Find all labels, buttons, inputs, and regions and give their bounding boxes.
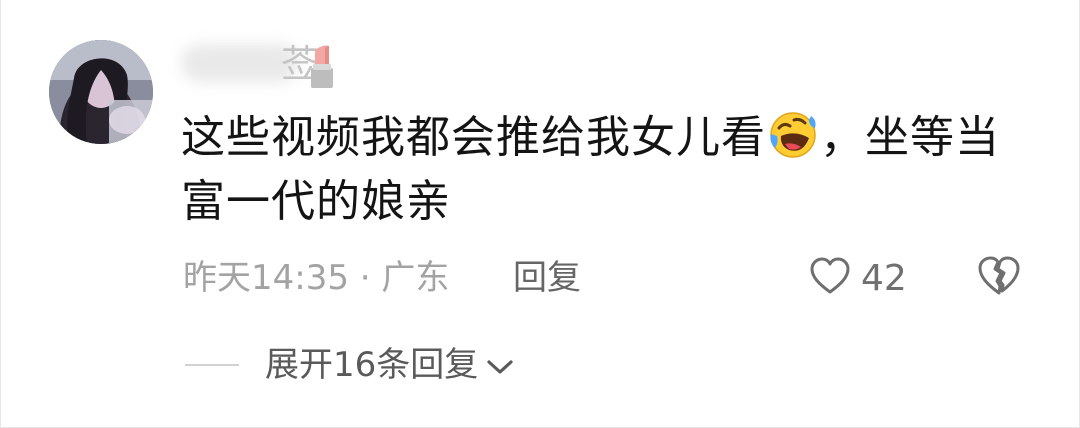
comment-location: 广东 — [381, 258, 450, 298]
dislike-button[interactable] — [977, 256, 1021, 300]
comment-text-part1: 这些视频我都会推给我女儿看 — [181, 112, 766, 163]
avatar-image — [49, 40, 153, 144]
avatar[interactable] — [49, 40, 153, 144]
chevron-down-icon — [486, 342, 514, 388]
like-count: 42 — [861, 257, 907, 299]
heart-icon — [809, 257, 851, 299]
meta-separator: · — [359, 258, 371, 298]
comment-text-line2: 富一代的娘亲 — [181, 176, 451, 227]
lipstick-icon — [305, 44, 339, 94]
like-button[interactable]: 42 — [809, 254, 907, 302]
expand-replies-button[interactable]: 展开16条回复 — [265, 342, 514, 388]
comment-text: 这些视频我都会推给我女儿看 ，坐等当富一代的娘亲 — [181, 106, 1021, 234]
comment-card: 莶 这些视频我都会推给我女儿看 ，坐等当 富一代的娘亲 昨天14:35 · 广东 … — [0, 0, 1080, 428]
expand-replies-label: 展开16条回复 — [265, 345, 479, 385]
expand-divider-line — [185, 364, 239, 366]
comment-meta: 昨天14:35 · 广东 — [183, 256, 449, 300]
comment-time: 昨天14:35 — [183, 258, 349, 298]
reply-button[interactable]: 回复 — [513, 256, 581, 300]
rolling-on-floor-laughing-emoji — [767, 108, 819, 160]
broken-heart-icon — [977, 256, 1021, 300]
comment-text-part2: ，坐等当 — [820, 112, 1000, 163]
